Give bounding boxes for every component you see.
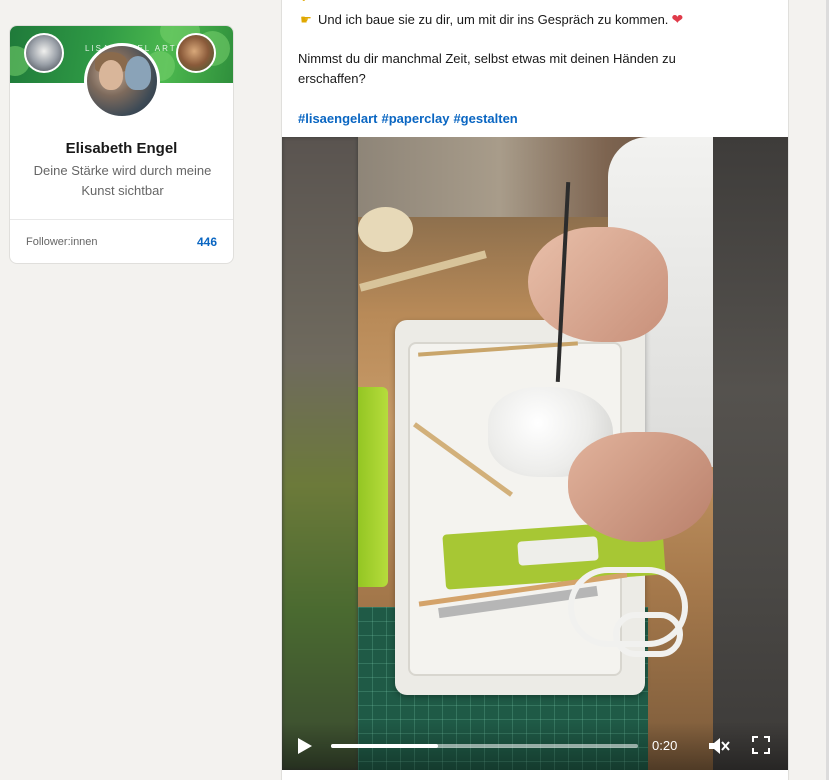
video-player[interactable]: 0:20 <box>282 137 788 770</box>
follower-count: 446 <box>196 235 217 249</box>
profile-tagline: Deine Stärke wird durch meine Kunst sich… <box>33 163 212 198</box>
red-heart-icon: ❤ <box>671 11 684 27</box>
video-blur-right <box>713 137 788 770</box>
fullscreen-icon[interactable] <box>752 736 770 754</box>
follower-stat-row[interactable]: Follower:innen 446 <box>10 220 233 263</box>
cover-thumbnail-right <box>176 33 216 73</box>
post-line-3: erschaffen? <box>298 71 366 86</box>
profile-name[interactable]: Elisabeth Engel <box>10 140 233 157</box>
feed-post: ✔ ☛Und ich baue sie zu dir, um mit dir i… <box>281 0 789 780</box>
hashtag-link[interactable]: #paperclay <box>382 111 450 126</box>
post-line-1: ☛ Und ich baue sie zu dir, um mit dir ins… <box>298 9 683 30</box>
video-blur-left <box>282 137 358 770</box>
mute-icon[interactable] <box>708 737 730 755</box>
video-controls: 0:20 <box>282 722 788 770</box>
hashtag-link[interactable]: #gestalten <box>453 111 517 126</box>
partial-emoji-icon: ✔ <box>298 0 314 8</box>
video-progress-bar[interactable] <box>331 744 638 748</box>
video-progress-fill <box>331 744 439 748</box>
follower-label: Follower:innen <box>26 236 98 248</box>
hashtag-link[interactable]: #lisaengelart <box>298 111 378 126</box>
play-icon[interactable] <box>298 738 312 754</box>
hashtag-list: #lisaengelart #paperclay #gestalten <box>298 109 522 129</box>
video-frame <box>358 137 713 770</box>
post-line-2: Nimmst du dir manchmal Zeit, selbst etwa… <box>298 51 676 66</box>
avatar[interactable] <box>84 43 160 119</box>
cover-thumbnail-left <box>24 33 64 73</box>
pointing-hand-icon: ☛ <box>300 12 312 27</box>
profile-card: LISA ENGEL ART Elisabeth Engel Deine Stä… <box>9 25 234 264</box>
video-time: 0:20 <box>652 738 678 753</box>
